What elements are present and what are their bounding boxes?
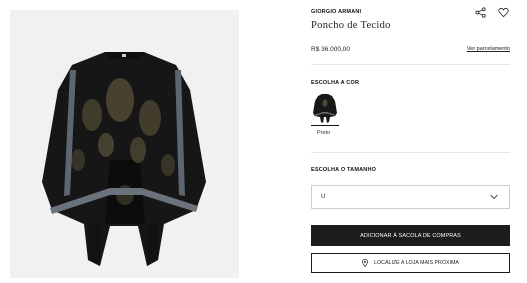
brand-name: GIORGIO ARMANI <box>311 9 362 15</box>
product-gallery <box>0 0 294 283</box>
share-icon[interactable] <box>475 7 486 18</box>
product-price: R$ 36.000,00 <box>311 46 351 53</box>
find-store-label: LOCALIZE A LOJA MAIS PRÓXIMA <box>374 260 459 266</box>
size-select[interactable]: U <box>311 185 510 209</box>
map-pin-icon <box>362 259 369 267</box>
product-image[interactable] <box>10 10 239 278</box>
color-section-label: ESCOLHA A COR <box>311 80 360 86</box>
selected-swatch-indicator <box>311 125 339 126</box>
product-info-panel: GIORGIO ARMANI Poncho de Tecido R$ 36.00… <box>311 0 510 283</box>
find-store-button[interactable]: LOCALIZE A LOJA MAIS PRÓXIMA <box>311 253 510 273</box>
heart-icon[interactable] <box>498 7 509 18</box>
size-selected-value: U <box>321 194 326 200</box>
color-name: Preto <box>317 130 331 136</box>
poncho-image <box>42 52 206 266</box>
product-title: Poncho de Tecido <box>311 20 391 31</box>
size-section-label: ESCOLHA O TAMANHO <box>311 167 377 173</box>
color-swatch-preto[interactable] <box>311 91 339 127</box>
poncho-thumbnail-icon <box>313 94 337 123</box>
divider <box>311 64 510 65</box>
add-to-bag-label: ADICIONAR À SACOLA DE COMPRAS <box>360 232 461 239</box>
installments-link[interactable]: Ver parcelamento <box>467 46 510 52</box>
add-to-bag-button[interactable]: ADICIONAR À SACOLA DE COMPRAS <box>311 225 510 246</box>
divider <box>311 152 510 153</box>
chevron-down-icon <box>490 194 498 200</box>
